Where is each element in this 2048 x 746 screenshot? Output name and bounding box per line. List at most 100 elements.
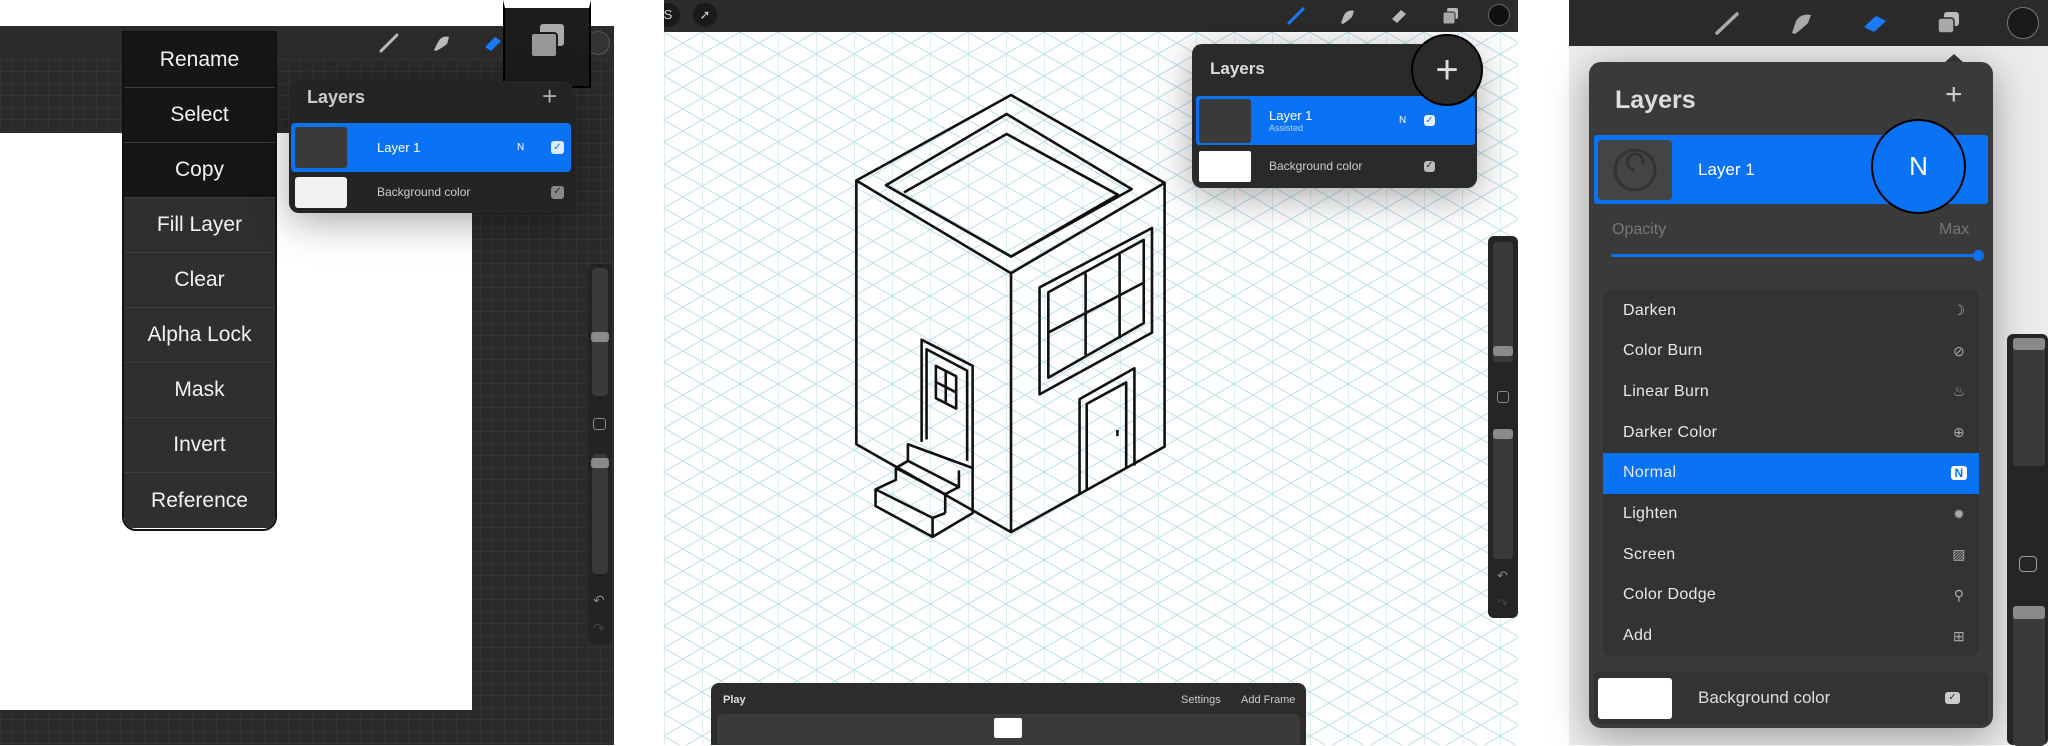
layer-thumbnail: [1598, 139, 1672, 200]
blend-mode-normal[interactable]: Normal N: [1603, 452, 1979, 494]
visibility-checkbox[interactable]: ✓: [1945, 692, 1960, 704]
opacity-slider[interactable]: [591, 458, 609, 468]
background-thumbnail: [1199, 150, 1251, 182]
visibility-checkbox[interactable]: ✓: [551, 185, 564, 199]
layer-name: Background color: [1698, 688, 1831, 707]
layer-name: Layer 1: [377, 140, 421, 155]
plus-square-icon: ⊞: [1952, 627, 1966, 644]
plus-circle-icon: ⊕: [1952, 424, 1966, 441]
modify-button[interactable]: [1497, 391, 1509, 403]
opacity-slider-knob[interactable]: [1973, 250, 1984, 261]
add-layer-button[interactable]: +: [1411, 34, 1483, 106]
blend-mode-button[interactable]: N: [517, 142, 551, 153]
blend-mode-add[interactable]: Add ⊞: [1603, 616, 1979, 657]
layers-icon[interactable]: [1933, 8, 1963, 38]
burn-icon: ⊘: [1952, 342, 1966, 359]
brush-size-slider[interactable]: [1493, 346, 1513, 356]
menu-item-rename[interactable]: Rename: [124, 33, 275, 88]
blend-mode-label: Color Dodge: [1623, 586, 1717, 604]
menu-item-invert[interactable]: Invert: [124, 418, 275, 473]
layers-button[interactable]: [503, 0, 591, 88]
menu-item-select[interactable]: Select: [124, 88, 275, 143]
eraser-icon[interactable]: [1860, 8, 1890, 38]
menu-item-copy[interactable]: Copy: [124, 143, 275, 198]
add-layer-button[interactable]: +: [1945, 78, 1963, 112]
blend-mode-lighten[interactable]: Lighten ✹: [1603, 494, 1979, 535]
layers-icon: [530, 24, 564, 58]
transform-icon[interactable]: ➚: [693, 3, 717, 27]
layer-thumbnail: [295, 127, 347, 168]
visibility-checkbox[interactable]: ✓: [1424, 115, 1435, 126]
selection-icon[interactable]: S: [664, 3, 680, 27]
menu-item-reference[interactable]: Reference: [124, 473, 275, 528]
blend-mode-label: Darker Color: [1623, 423, 1718, 441]
background-thumbnail: [295, 176, 347, 208]
redo-icon[interactable]: ↷: [1497, 596, 1508, 612]
blend-mode-linear-burn[interactable]: Linear Burn ♨: [1603, 371, 1979, 412]
blend-mode-label: Normal: [1623, 464, 1677, 482]
frame-timeline: [717, 714, 1300, 745]
menu-item-clear[interactable]: Clear: [124, 253, 275, 308]
blend-mode-darker-color[interactable]: Darker Color ⊕: [1603, 412, 1979, 453]
visibility-checkbox[interactable]: ✓: [1424, 160, 1435, 172]
brush-icon[interactable]: [376, 30, 402, 56]
undo-icon[interactable]: ↶: [593, 592, 605, 609]
smudge-icon[interactable]: [1786, 8, 1816, 38]
eraser-icon[interactable]: [1387, 4, 1411, 28]
layer-name: Background color: [377, 185, 471, 199]
layer-name: Layer 1: [1698, 159, 1755, 179]
blend-mode-label: Color Burn: [1623, 342, 1703, 360]
layers-title: Layers: [307, 87, 366, 107]
screenshot-panel-1: Rename Select Copy Fill Layer Clear Alph…: [0, 0, 614, 745]
color-icon[interactable]: [1488, 4, 1510, 26]
blend-mode-button[interactable]: N: [1399, 115, 1424, 126]
modify-button[interactable]: [2019, 556, 2037, 572]
frame-thumbnail[interactable]: [994, 718, 1022, 738]
blend-mode-color-dodge[interactable]: Color Dodge ⚲: [1603, 575, 1979, 616]
settings-button[interactable]: Settings: [1181, 694, 1221, 706]
menu-item-fill-layer[interactable]: Fill Layer: [124, 198, 275, 253]
opacity-value: Max: [1939, 221, 1970, 238]
menu-item-mask[interactable]: Mask: [124, 363, 275, 418]
screenshot-panel-2: S ➚ Layers Layer 1 Assisted N ✓ Backgrou…: [664, 0, 1518, 745]
add-layer-button[interactable]: +: [542, 81, 557, 112]
layer-row-background[interactable]: Background color ✓: [291, 175, 571, 209]
screenshot-panel-3: Layers + Layer 1 N Opacity Max Darken ☽ Co…: [1569, 0, 2048, 746]
opacity-slider[interactable]: [1611, 250, 1984, 261]
play-button[interactable]: Play: [723, 694, 746, 706]
brush-size-slider[interactable]: [591, 332, 609, 342]
layer-name: Background color: [1269, 159, 1363, 173]
layers-title: Layers: [1210, 59, 1265, 78]
layer-subtitle: Assisted: [1269, 123, 1304, 133]
smudge-icon[interactable]: [1335, 4, 1359, 28]
smudge-icon[interactable]: [428, 30, 454, 56]
color-icon[interactable]: [2007, 7, 2039, 39]
blend-mode-label: Darken: [1623, 301, 1677, 319]
redo-icon[interactable]: ↷: [593, 620, 605, 637]
menu-item-alpha-lock[interactable]: Alpha Lock: [124, 308, 275, 363]
blend-mode-button[interactable]: N: [1871, 119, 1966, 214]
modify-button[interactable]: [593, 418, 606, 430]
side-slider-bar: ↶ ↷: [588, 264, 612, 644]
brush-icon[interactable]: [1284, 4, 1308, 28]
layer-row-background[interactable]: Background color ✓: [1196, 149, 1475, 183]
layers-panel: Layers + Layer 1 N ✓ Background color ✓: [289, 81, 573, 213]
undo-icon[interactable]: ↶: [1497, 568, 1508, 584]
brush-size-slider[interactable]: [2013, 338, 2045, 350]
visibility-checkbox[interactable]: ✓: [551, 141, 564, 154]
background-thumbnail: [1598, 677, 1672, 719]
blend-mode-label: Lighten: [1623, 505, 1678, 522]
blend-mode-label: Add: [1623, 627, 1653, 645]
add-frame-button[interactable]: Add Frame: [1241, 694, 1295, 706]
sun-icon: ✹: [1952, 505, 1966, 522]
opacity-slider[interactable]: [1493, 429, 1513, 439]
layer-row-layer-1[interactable]: Layer 1 N ✓: [291, 123, 571, 172]
layer-name: Layer 1: [1269, 108, 1313, 123]
layers-icon[interactable]: [1438, 4, 1462, 28]
blend-mode-color-burn[interactable]: Color Burn ⊘: [1603, 331, 1979, 372]
brush-icon[interactable]: [1712, 8, 1742, 38]
blend-mode-screen[interactable]: Screen ▨: [1603, 534, 1979, 575]
opacity-slider[interactable]: [2013, 606, 2045, 619]
blend-mode-darken[interactable]: Darken ☽: [1603, 290, 1979, 331]
layer-row-background[interactable]: Background color ✓: [1594, 672, 1988, 724]
